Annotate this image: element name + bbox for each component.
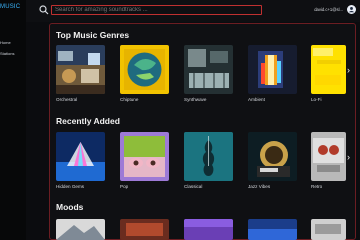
- mood-card[interactable]: [248, 219, 297, 240]
- section-title-top-music-genres: Top Music Genres: [56, 30, 130, 40]
- mood-artwork: [311, 219, 346, 240]
- genre-artwork: [56, 45, 105, 94]
- playlist-label: Hidden Gems: [56, 184, 85, 189]
- playlist-artwork: [311, 132, 346, 181]
- genre-card-lofi[interactable]: Lo-Fi: [311, 45, 346, 102]
- genre-label: Ambient: [248, 97, 265, 102]
- genre-card-ambient[interactable]: Ambient: [248, 45, 297, 102]
- search-input[interactable]: [51, 5, 262, 15]
- user-avatar-icon[interactable]: [347, 5, 356, 14]
- genre-artwork: [311, 45, 346, 94]
- mood-artwork: [56, 219, 105, 240]
- playlist-artwork: [56, 132, 105, 181]
- sidebar-item-stations[interactable]: Stations: [0, 51, 14, 56]
- mood-artwork: [184, 219, 233, 240]
- genre-label: Orchestral: [56, 97, 78, 102]
- genre-artwork: [248, 45, 297, 94]
- mood-card[interactable]: [56, 219, 105, 240]
- playlist-card-retro[interactable]: Retro: [311, 132, 346, 189]
- playlist-label: Classical: [184, 184, 203, 189]
- playlist-label: Pop: [120, 184, 129, 189]
- mood-card[interactable]: [311, 219, 346, 240]
- genre-card-synthwave[interactable]: Synthwave: [184, 45, 233, 102]
- app-logo[interactable]: MUSIC: [0, 4, 20, 10]
- sidebar-item-home[interactable]: Home: [0, 40, 11, 45]
- mood-card[interactable]: [184, 219, 233, 240]
- user-email: david.c+1@sl...: [314, 7, 343, 12]
- user-menu[interactable]: david.c+1@sl...: [314, 5, 356, 14]
- playlist-artwork: [184, 132, 233, 181]
- chevron-right-icon[interactable]: ›: [347, 152, 350, 162]
- sidebar: MUSIC Home Stations: [0, 0, 26, 240]
- chevron-right-icon[interactable]: ›: [347, 65, 350, 75]
- mood-artwork: [120, 219, 169, 240]
- playlist-label: Jazz Vibes: [248, 184, 271, 189]
- playlist-card-jazz-vibes[interactable]: Jazz Vibes: [248, 132, 297, 189]
- genre-card-orchestral[interactable]: Orchestral: [56, 45, 105, 102]
- genre-artwork: [120, 45, 169, 94]
- playlist-card-hidden-gems[interactable]: Hidden Gems: [56, 132, 105, 189]
- playlist-artwork: [120, 132, 169, 181]
- playlist-card-classical[interactable]: Classical: [184, 132, 233, 189]
- mood-artwork: [248, 219, 297, 240]
- section-title-recently-added: Recently Added: [56, 116, 120, 126]
- mood-card[interactable]: [120, 219, 169, 240]
- playlist-artwork: [248, 132, 297, 181]
- genre-card-chiptune[interactable]: Chiptune: [120, 45, 169, 102]
- playlist-card-pop[interactable]: Pop: [120, 132, 169, 189]
- section-title-moods: Moods: [56, 202, 84, 212]
- playlist-label: Retro: [311, 184, 323, 189]
- genre-label: Lo-Fi: [311, 97, 322, 102]
- genre-label: Synthwave: [184, 97, 207, 102]
- genre-artwork: [184, 45, 233, 94]
- search-icon[interactable]: [39, 5, 49, 15]
- genre-label: Chiptune: [120, 97, 139, 102]
